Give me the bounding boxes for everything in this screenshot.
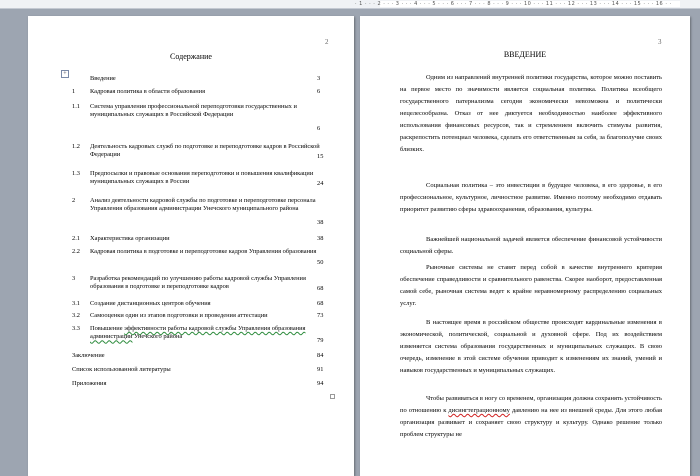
- toc-entry-text: Создание дистанционных центров обучения: [90, 300, 211, 307]
- toc-entry-page: 6: [317, 88, 321, 95]
- table-resize-handle-icon[interactable]: [330, 394, 335, 399]
- section-heading: ВВЕДЕНИЕ: [503, 50, 547, 59]
- toc-entry-text: Кадровая политика в подготовке и перепод…: [90, 248, 317, 255]
- toc-entry-text: Деятельность кадровых служб по подготовк…: [90, 143, 320, 159]
- page-number: 2: [325, 38, 329, 46]
- toc-entry-number: 1.2: [72, 143, 80, 150]
- ruler-scale: · 1 · · · 2 · · · 3 · · · 4 · · · 5 · · …: [355, 1, 672, 7]
- toc-entry-text: Самооценки один из этапов подготовки и п…: [90, 312, 268, 319]
- toc-entry-number: 3.1: [72, 300, 80, 307]
- body-paragraph[interactable]: Чтобы развиваться в ногу со временем, ор…: [400, 393, 662, 441]
- toc-entry-text: Разработка рекомендаций по улучшению раб…: [90, 275, 306, 291]
- toc-entry-text: Введение: [90, 75, 116, 82]
- page-number: 3: [658, 38, 662, 46]
- toc-entry-page: 68: [317, 300, 324, 307]
- toc-entry-page: 6: [317, 125, 321, 132]
- toc-entry-text: Приложения: [72, 380, 107, 387]
- toc-title: Содержание: [170, 52, 212, 61]
- spelling-flagged-word[interactable]: дисингтеграционному: [448, 407, 509, 414]
- toc-entry-text: Анализ деятельности кадровой службы по п…: [90, 197, 316, 213]
- toc-entry-page: 24: [317, 180, 324, 187]
- toc-entry-page: 84: [317, 352, 324, 359]
- document-page-2[interactable]: 2 Содержание + Введение 3 1 Кадровая пол…: [28, 16, 354, 476]
- table-move-handle-icon[interactable]: +: [61, 70, 69, 78]
- document-page-3[interactable]: 3 ВВЕДЕНИЕ Одним из направлений внутренн…: [360, 16, 690, 476]
- toc-entry-text: Система управления профессиональной пере…: [90, 103, 297, 119]
- horizontal-ruler[interactable]: · 1 · · · 2 · · · 3 · · · 4 · · · 5 · · …: [0, 0, 700, 9]
- toc-entry-number: 3.3: [72, 325, 80, 332]
- body-paragraph[interactable]: Важнейшей национальной задачей является …: [400, 234, 662, 258]
- toc-entry-page: 73: [317, 312, 324, 319]
- toc-entry-page: 50: [317, 259, 324, 266]
- toc-entry-page: 68: [317, 285, 324, 292]
- toc-entry-number: 3.2: [72, 312, 80, 319]
- toc-entry-number: 2: [72, 197, 76, 204]
- body-paragraph[interactable]: Социальная политика – это инвестиции в б…: [400, 180, 662, 216]
- toc-entry-text: Повышение эффективности работы кадровой …: [90, 325, 320, 342]
- body-paragraph[interactable]: Одним из направлений внутренней политики…: [400, 72, 662, 156]
- toc-entry-page: 38: [317, 235, 324, 242]
- body-paragraph[interactable]: Рыночные системы не ставят перед собой в…: [400, 262, 662, 310]
- toc-entry-text: Кадровая политика в области образования: [90, 88, 206, 95]
- toc-entry-text: Характеристика организации: [90, 235, 170, 242]
- toc-entry-page: 15: [317, 153, 324, 160]
- toc-entry-number: 2.1: [72, 235, 80, 242]
- toc-entry-number: 1: [72, 88, 76, 95]
- toc-entry-page: 79: [317, 337, 324, 344]
- toc-entry-text: Заключение: [72, 352, 105, 359]
- toc-entry-text: Список использованной литературы: [72, 366, 171, 373]
- toc-entry-number: 3: [72, 275, 76, 282]
- toc-entry-text-part: Повышение: [90, 325, 125, 332]
- toc-entry-text-part: Унечского района: [132, 333, 183, 341]
- toc-entry-page: 3: [317, 75, 321, 82]
- toc-entry-number: 1.1: [72, 103, 80, 110]
- toc-entry-text: Предпосылки и правовые основания перепод…: [90, 170, 314, 186]
- toc-entry-page: 91: [317, 366, 324, 373]
- toc-entry-page: 38: [317, 219, 324, 226]
- body-paragraph[interactable]: В настоящее время в российском обществе …: [400, 317, 662, 377]
- toc-entry-number: 1.3: [72, 170, 80, 177]
- toc-entry-page: 94: [317, 380, 324, 387]
- toc-entry-number: 2.2: [72, 248, 80, 255]
